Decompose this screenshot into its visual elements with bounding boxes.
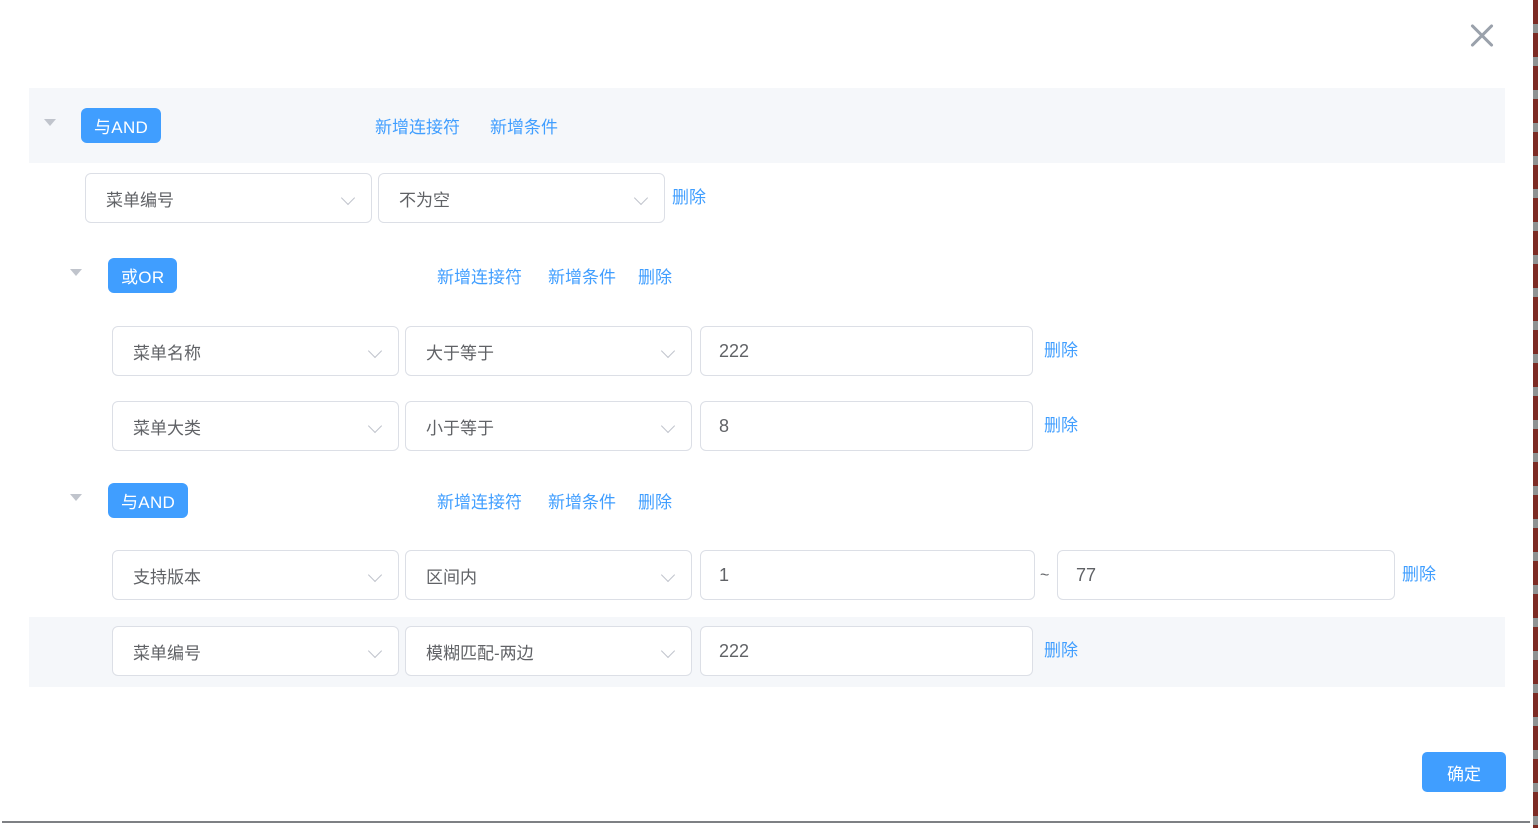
value-input[interactable]	[700, 626, 1033, 676]
expand-caret-icon[interactable]	[44, 119, 56, 126]
chevron-down-icon	[661, 568, 675, 582]
delete-group-link[interactable]: 删除	[638, 492, 672, 513]
connector-badge[interactable]: 与AND	[108, 483, 188, 518]
window-right-edge	[1533, 0, 1538, 828]
chevron-down-icon	[368, 644, 382, 658]
operator-select[interactable]: 模糊匹配-两边	[405, 626, 692, 676]
value-input[interactable]	[700, 326, 1033, 376]
field-select[interactable]: 菜单大类	[112, 401, 399, 451]
chevron-down-icon	[661, 644, 675, 658]
chevron-down-icon	[368, 419, 382, 433]
value2-input[interactable]	[1057, 550, 1395, 600]
add-connector-link[interactable]: 新增连接符	[375, 117, 460, 138]
operator-select-value: 模糊匹配-两边	[426, 639, 534, 664]
operator-select[interactable]: 大于等于	[405, 326, 692, 376]
value-input[interactable]	[700, 401, 1033, 451]
filter-builder-dialog: 与AND 新增连接符 新增条件 菜单编号 不为空 删除 或OR 新增连接符 新增…	[0, 0, 1538, 828]
group-row-highlight	[29, 88, 1505, 163]
add-connector-link[interactable]: 新增连接符	[437, 492, 522, 513]
field-select-value: 支持版本	[133, 563, 201, 588]
operator-select-value: 区间内	[426, 563, 477, 588]
close-icon[interactable]	[1464, 18, 1500, 54]
window-bottom-edge	[2, 821, 1530, 823]
range-separator: ~	[1040, 567, 1049, 585]
chevron-down-icon	[634, 191, 648, 205]
chevron-down-icon	[661, 344, 675, 358]
operator-select-value: 大于等于	[426, 339, 494, 364]
field-select-value: 菜单编号	[133, 639, 201, 664]
connector-badge[interactable]: 与AND	[81, 108, 161, 143]
expand-caret-icon[interactable]	[70, 269, 82, 276]
operator-select-value: 不为空	[399, 186, 450, 211]
delete-condition-link[interactable]: 删除	[1044, 415, 1078, 436]
delete-group-link[interactable]: 删除	[638, 267, 672, 288]
field-select[interactable]: 菜单编号	[112, 626, 399, 676]
delete-condition-link[interactable]: 删除	[1402, 564, 1436, 585]
chevron-down-icon	[368, 344, 382, 358]
field-select-value: 菜单大类	[133, 414, 201, 439]
chevron-down-icon	[341, 191, 355, 205]
operator-select-value: 小于等于	[426, 414, 494, 439]
field-select[interactable]: 菜单名称	[112, 326, 399, 376]
expand-caret-icon[interactable]	[70, 494, 82, 501]
chevron-down-icon	[368, 568, 382, 582]
delete-condition-link[interactable]: 删除	[1044, 640, 1078, 661]
operator-select[interactable]: 不为空	[378, 173, 665, 223]
delete-condition-link[interactable]: 删除	[1044, 340, 1078, 361]
add-condition-link[interactable]: 新增条件	[548, 267, 616, 288]
confirm-button[interactable]: 确定	[1422, 752, 1506, 792]
add-connector-link[interactable]: 新增连接符	[437, 267, 522, 288]
value-input[interactable]	[700, 550, 1035, 600]
field-select-value: 菜单名称	[133, 339, 201, 364]
chevron-down-icon	[661, 419, 675, 433]
delete-condition-link[interactable]: 删除	[672, 187, 706, 208]
field-select[interactable]: 支持版本	[112, 550, 399, 600]
add-condition-link[interactable]: 新增条件	[548, 492, 616, 513]
field-select[interactable]: 菜单编号	[85, 173, 372, 223]
operator-select[interactable]: 区间内	[405, 550, 692, 600]
field-select-value: 菜单编号	[106, 186, 174, 211]
add-condition-link[interactable]: 新增条件	[490, 117, 558, 138]
connector-badge[interactable]: 或OR	[108, 258, 177, 293]
operator-select[interactable]: 小于等于	[405, 401, 692, 451]
